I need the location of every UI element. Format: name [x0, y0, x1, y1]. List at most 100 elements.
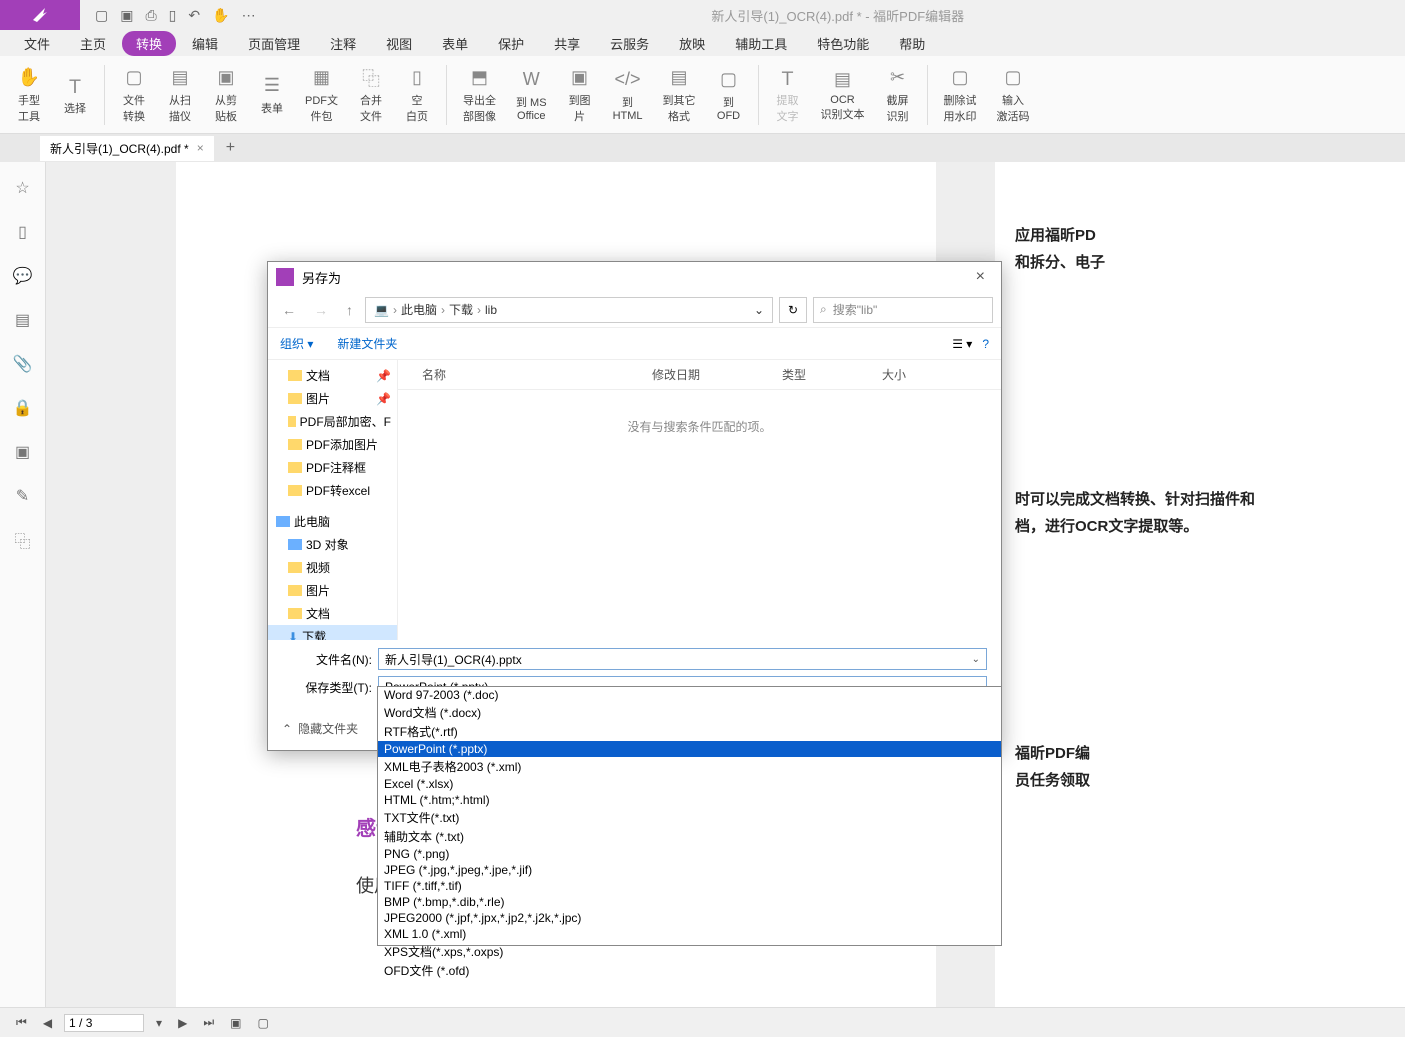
filetype-option[interactable]: Word文档 (*.docx) — [378, 703, 1001, 722]
menu-convert[interactable]: 转换 — [122, 31, 176, 56]
filetype-option[interactable]: OFD文件 (*.ofd) — [378, 961, 1001, 980]
filetype-option[interactable]: HTML (*.htm;*.html) — [378, 792, 1001, 808]
rb-pkg[interactable]: ▦PDF文 件包 — [297, 64, 346, 126]
bc-dropdown-icon[interactable]: ⌄ — [754, 303, 764, 317]
tree-3d[interactable]: 3D 对象 — [268, 533, 397, 556]
filetype-option[interactable]: TXT文件(*.txt) — [378, 808, 1001, 827]
menu-page[interactable]: 页面管理 — [234, 31, 314, 56]
hand-icon[interactable]: ✋ — [212, 7, 229, 24]
filetype-option[interactable]: JPEG2000 (*.jpf,*.jpx,*.jp2,*.j2k,*.jpc) — [378, 910, 1001, 926]
rb-select[interactable]: Ｔ选择 — [54, 72, 96, 118]
tree-f2[interactable]: PDF添加图片 — [268, 433, 397, 456]
bc-p1[interactable]: 下载 — [449, 301, 473, 318]
menu-share[interactable]: 共享 — [540, 31, 594, 56]
menu-file[interactable]: 文件 — [10, 31, 64, 56]
menu-form[interactable]: 表单 — [428, 31, 482, 56]
last-page-icon[interactable]: ⏭ — [199, 1015, 218, 1030]
menu-feature[interactable]: 特色功能 — [803, 31, 883, 56]
menu-edit[interactable]: 编辑 — [178, 31, 232, 56]
first-page-icon[interactable]: ⏮ — [12, 1015, 31, 1030]
newfolder-button[interactable]: 新建文件夹 — [337, 335, 397, 352]
filename-input[interactable]: 新人引导(1)_OCR(4).pptx⌄ — [378, 648, 987, 670]
dialog-close-icon[interactable]: × — [968, 268, 993, 286]
filetype-option[interactable]: JPEG (*.jpg,*.jpeg,*.jpe,*.jif) — [378, 862, 1001, 878]
refresh-button[interactable]: ↻ — [779, 297, 807, 323]
more-icon[interactable]: ⋯ — [242, 7, 256, 24]
col-type[interactable]: 类型 — [774, 364, 874, 385]
rb-watermark[interactable]: ▢删除试 用水印 — [936, 64, 985, 126]
rb-hand[interactable]: ✋手型 工具 — [8, 64, 50, 126]
bc-root[interactable]: 此电脑 — [401, 301, 437, 318]
filetype-option[interactable]: XML电子表格2003 (*.xml) — [378, 757, 1001, 776]
menu-cloud[interactable]: 云服务 — [596, 31, 663, 56]
help-icon[interactable]: ? — [982, 337, 989, 351]
menu-help[interactable]: 帮助 — [885, 31, 939, 56]
rb-blank[interactable]: ▯空 白页 — [396, 64, 438, 126]
tree-pics[interactable]: 图片📌 — [268, 387, 397, 410]
filetype-option[interactable]: TIFF (*.tiff,*.tif) — [378, 878, 1001, 894]
tree-pics2[interactable]: 图片 — [268, 579, 397, 602]
filetype-option[interactable]: XML 1.0 (*.xml) — [378, 926, 1001, 942]
pages-icon[interactable]: ▯ — [13, 222, 33, 242]
rb-exportimg[interactable]: ⬒导出全 部图像 — [455, 64, 504, 126]
nav-fwd-icon[interactable]: → — [308, 298, 334, 322]
rb-office[interactable]: W到 MS Office — [508, 66, 555, 124]
menu-present[interactable]: 放映 — [665, 31, 719, 56]
save-icon[interactable]: ▣ — [120, 7, 133, 24]
filetype-option[interactable]: XPS文档(*.xps,*.oxps) — [378, 942, 1001, 961]
bc-p2[interactable]: lib — [485, 303, 497, 317]
filetype-option[interactable]: RTF格式(*.rtf) — [378, 722, 1001, 741]
nav-back-icon[interactable]: ← — [276, 298, 302, 322]
prev-page-icon[interactable]: ◀ — [39, 1016, 56, 1030]
close-tab-icon[interactable]: × — [197, 141, 204, 155]
rb-html[interactable]: </>到 HTML — [605, 66, 651, 124]
print-icon[interactable]: ⎙ — [145, 7, 156, 24]
layers-icon[interactable]: ▤ — [13, 310, 33, 330]
view-mode-icon[interactable]: ☰ ▾ — [952, 337, 972, 351]
compare-icon[interactable]: ⿻ — [13, 530, 33, 550]
add-tab-button[interactable]: + — [214, 139, 247, 157]
rb-ocr[interactable]: ▤OCR 识别文本 — [813, 66, 873, 124]
menu-annot[interactable]: 注释 — [316, 31, 370, 56]
undo-icon[interactable]: ↶ — [188, 7, 200, 24]
rb-other[interactable]: ▤到其它 格式 — [655, 64, 704, 126]
app-icon[interactable] — [0, 0, 80, 30]
tree-download[interactable]: ⬇下载 — [268, 625, 397, 640]
document-tab[interactable]: 新人引导(1)_OCR(4).pdf * × — [40, 136, 214, 161]
bookmark-icon[interactable]: ☆ — [13, 178, 33, 198]
new-icon[interactable]: ▯ — [169, 7, 177, 24]
attach-icon[interactable]: 📎 — [13, 354, 33, 374]
rb-form[interactable]: ☰表单 — [251, 72, 293, 118]
organize-button[interactable]: 组织 ▾ — [280, 335, 313, 352]
filetype-option[interactable]: Word 97-2003 (*.doc) — [378, 687, 1001, 703]
filetype-option[interactable]: PNG (*.png) — [378, 846, 1001, 862]
menu-home[interactable]: 主页 — [66, 31, 120, 56]
tree-f4[interactable]: PDF转excel — [268, 479, 397, 502]
col-date[interactable]: 修改日期 — [644, 364, 774, 385]
tree-f1[interactable]: PDF局部加密、F — [268, 410, 397, 433]
filetype-option[interactable]: Excel (*.xlsx) — [378, 776, 1001, 792]
breadcrumb[interactable]: 💻 › 此电脑 › 下载 › lib ⌄ — [365, 297, 773, 323]
sign-icon[interactable]: ✎ — [13, 486, 33, 506]
tree-f3[interactable]: PDF注释框 — [268, 456, 397, 479]
rb-activate[interactable]: ▢输入 激活码 — [989, 64, 1038, 126]
rb-fileconv[interactable]: ▢文件 转换 — [113, 64, 155, 126]
page-input[interactable] — [64, 1014, 144, 1032]
page-dropdown-icon[interactable]: ▾ — [152, 1016, 166, 1030]
col-name[interactable]: 名称 — [414, 364, 644, 385]
form-icon[interactable]: ▣ — [13, 442, 33, 462]
rb-screenocr[interactable]: ✂截屏 识别 — [877, 64, 919, 126]
open-icon[interactable]: ▢ — [95, 7, 108, 24]
tree-video[interactable]: 视频 — [268, 556, 397, 579]
rb-scanner[interactable]: ▤从扫 描仪 — [159, 64, 201, 126]
rb-clip[interactable]: ▣从剪 贴板 — [205, 64, 247, 126]
comment-icon[interactable]: 💬 — [13, 266, 33, 286]
menu-assist[interactable]: 辅助工具 — [721, 31, 801, 56]
next-page-icon[interactable]: ▶ — [174, 1016, 191, 1030]
tree-docs[interactable]: 文档📌 — [268, 364, 397, 387]
col-size[interactable]: 大小 — [874, 364, 954, 385]
filetype-option[interactable]: 辅助文本 (*.txt) — [378, 827, 1001, 846]
file-list[interactable]: 名称 修改日期 类型 大小 没有与搜索条件匹配的项。 — [398, 360, 1001, 640]
fit-icon[interactable]: ▣ — [226, 1016, 245, 1030]
menu-protect[interactable]: 保护 — [484, 31, 538, 56]
